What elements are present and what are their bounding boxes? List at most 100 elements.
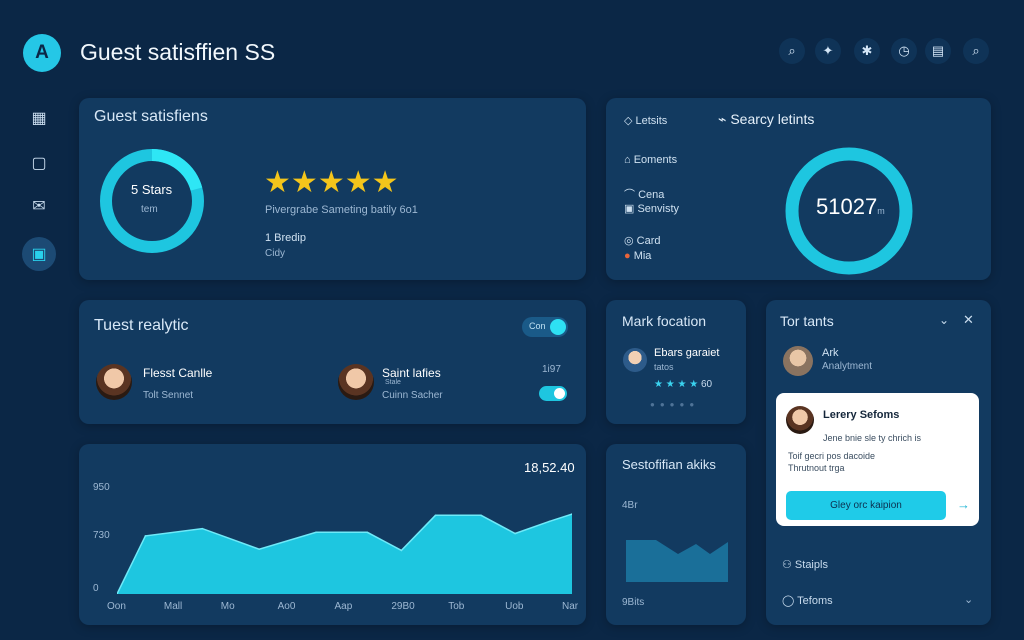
twitter-icon[interactable]: ✦	[815, 38, 841, 64]
arrow-right-icon[interactable]: →	[957, 497, 970, 512]
guest-name: Flesst Canlle	[143, 366, 213, 380]
tab-letsits[interactable]: ◇ Letsits	[624, 114, 667, 127]
close-icon[interactable]: ✕	[963, 312, 974, 328]
list-item[interactable]: ⌂ Eoments	[624, 154, 677, 166]
star-icon: ★	[264, 166, 291, 199]
user-icon: ⚇	[782, 559, 795, 571]
avatar	[96, 364, 132, 400]
area-chart	[117, 513, 572, 594]
x-tick-label: Aap	[334, 601, 353, 612]
message-popup: Lerery Sefoms Jene bnie sle ty chrich is…	[776, 393, 979, 526]
stats-label-bottom: 9Bits	[622, 597, 645, 608]
message-icon[interactable]: ▤	[925, 38, 951, 64]
star-icon: ★	[344, 166, 372, 199]
guest-analytics-card: Tuest realytic Con Flesst Canlle Tolt Se…	[79, 300, 586, 424]
location-sub: tatos	[654, 362, 674, 372]
home-icon: ⌂	[624, 154, 634, 166]
data-point	[400, 549, 403, 552]
popup-action-button[interactable]: Gley orc kaipion	[786, 491, 946, 520]
x-tick-label: Uob	[505, 601, 524, 612]
toggle-knob	[550, 319, 566, 335]
location-name: Ebars garaiet	[654, 347, 720, 359]
data-point	[480, 514, 482, 517]
clock-icon[interactable]: ◷	[891, 38, 917, 64]
card-title: Sestofifian akiks	[622, 457, 716, 472]
x-tick-label: 29B0	[391, 601, 415, 612]
data-point	[514, 532, 516, 535]
x-tick-label: Nar	[562, 601, 579, 612]
y-tick-label: 730	[93, 530, 110, 541]
guest-toggle[interactable]	[539, 386, 567, 401]
star-icon: ★	[371, 166, 399, 199]
data-point	[201, 527, 204, 530]
data-point	[144, 535, 147, 537]
popup-line: Toif gecri pos dacoide	[788, 451, 876, 461]
popup-name: Lerery Sefoms	[823, 409, 900, 421]
rating-stars: ★★★★★	[264, 168, 399, 198]
footer-item[interactable]: ◯ Tefoms	[782, 594, 833, 607]
detail-line-2: Cidy	[265, 248, 286, 259]
chevron-down-icon[interactable]: ⌄	[939, 313, 949, 327]
tab-searcy-letints[interactable]: ⌁ Searcy letints	[718, 111, 814, 128]
building-icon[interactable]: ▦	[22, 101, 56, 135]
y-tick-label: 0	[93, 583, 99, 594]
card-icon: ▣	[624, 203, 638, 215]
statistics-card: Sestofifian akiks 4Br 9Bits	[606, 444, 746, 625]
settings-icon[interactable]: ✱	[854, 38, 880, 64]
footer-item[interactable]: ⚇ Staipls	[782, 558, 828, 571]
x-tick-label: Mall	[163, 601, 183, 612]
search-panel: ◇ Letsits ⌁ Searcy letints ⌂ Eoments ⌒ C…	[606, 98, 991, 280]
avatar	[338, 364, 374, 400]
star-icon: ★	[317, 166, 345, 199]
data-point	[258, 548, 260, 551]
app-logo[interactable]: A	[23, 34, 61, 72]
guest-count: 1i97	[542, 364, 561, 375]
card-title: Tor tants	[780, 313, 834, 329]
location-rating: ★ ★ ★ ★ 60	[654, 379, 713, 390]
search-icon[interactable]: ⌕	[779, 38, 805, 64]
list-item[interactable]: ▣ Senvisty	[624, 202, 679, 215]
mail-icon[interactable]: ✉	[22, 189, 56, 223]
con-toggle[interactable]: Con	[522, 317, 568, 337]
detail-line-1: 1 Bredip	[265, 232, 306, 244]
guest-sub: Cuinn Sacher	[382, 390, 443, 401]
guest-name: Saint lafies	[382, 366, 441, 380]
main-chart-card: 18,52.40 950 730 0 Oon Mall Mo Ao0 Aap 29B0 Tob U…	[79, 444, 586, 625]
area-series	[117, 514, 572, 594]
avatar	[623, 348, 647, 372]
user-name: Ark	[822, 347, 839, 359]
link-icon: ⌁	[718, 111, 731, 127]
stats-label-top: 4Br	[622, 500, 638, 511]
list-item[interactable]: ◎ Card	[624, 234, 661, 247]
guest-satisfaction-card: Guest satisfiens 5 Stars tem ★★★★★ Piver…	[79, 98, 586, 280]
star-icon: ★	[290, 166, 318, 199]
list-item[interactable]: ● Mia	[624, 250, 651, 262]
logo-letter: A	[35, 42, 49, 63]
data-point	[315, 531, 317, 534]
mark-location-card: Mark focation Ebars garaiet tatos ★ ★ ★ …	[606, 300, 746, 424]
x-tick-label: Tob	[448, 601, 465, 612]
chart-peak-label: 18,52.40	[524, 460, 575, 475]
grid-icon[interactable]: ▣	[22, 237, 56, 271]
document-icon[interactable]: ▢	[22, 146, 56, 180]
popup-line: Thrutnout trga	[788, 463, 845, 473]
ring-sub-label: tem	[141, 204, 158, 215]
dot-icon: ●	[624, 250, 634, 262]
star-icon: ★ ★ ★ ★	[654, 379, 701, 390]
ring-main-label: 5 Stars	[131, 182, 173, 197]
list-item[interactable]: ⌒ Cena	[624, 186, 664, 202]
guest-badge: Stale	[385, 379, 401, 386]
data-point	[366, 531, 369, 534]
avatar	[786, 406, 814, 434]
x-tick-label: Oon	[107, 601, 126, 612]
data-point	[548, 520, 551, 523]
ring-value: 51027m	[816, 194, 885, 219]
pager-dots[interactable]: ●●●●●	[650, 400, 699, 409]
x-tick-label: Mo	[220, 601, 235, 612]
card-title: Tuest realytic	[94, 317, 189, 334]
eye-icon: ◎	[624, 235, 637, 247]
card-title: Guest satisfiens	[94, 108, 208, 125]
chevron-down-icon[interactable]: ⌄	[964, 593, 973, 606]
mini-area-chart	[626, 540, 728, 582]
search-icon[interactable]: ⌕	[963, 38, 989, 64]
